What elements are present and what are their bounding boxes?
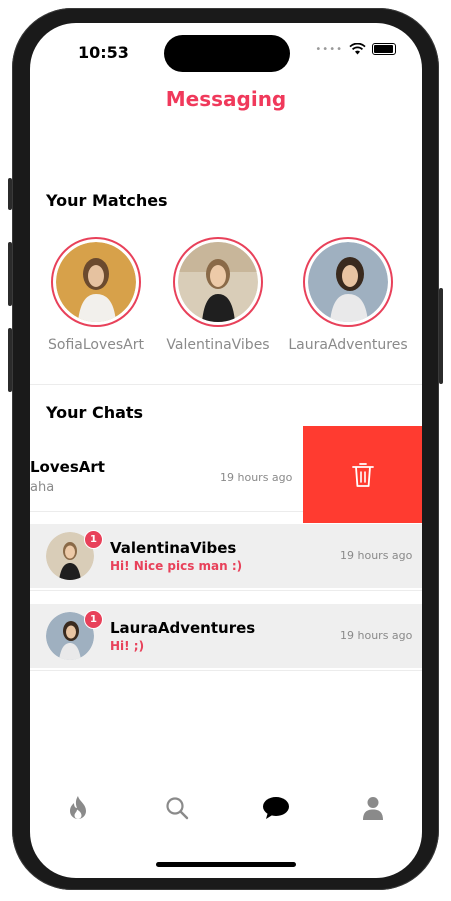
home-indicator [156, 862, 296, 867]
chat-row-swiped[interactable]: LovesArt aha 19 hours ago [30, 426, 303, 511]
row-divider [30, 511, 303, 512]
flame-icon [70, 796, 86, 819]
unread-badge: 1 [84, 610, 103, 629]
chats-heading: Your Chats [46, 403, 144, 422]
app-screen: 10:53 •••• Messaging Your Matches SofiaL… [30, 23, 422, 878]
chat-time: 19 hours ago [340, 549, 413, 562]
match-name: ValentinaVibes [166, 337, 270, 353]
chat-message: aha [30, 480, 55, 495]
row-divider [30, 670, 422, 671]
signal-dots: •••• [315, 43, 343, 55]
section-divider [30, 384, 422, 385]
unread-badge: 1 [84, 530, 103, 549]
match-avatar-ring [51, 237, 141, 327]
tab-messages[interactable] [261, 793, 291, 823]
power-button [439, 288, 443, 384]
trash-icon [351, 462, 374, 487]
delete-button[interactable] [303, 426, 422, 523]
match-avatar [56, 242, 136, 322]
volume-up-button [8, 242, 12, 306]
chat-bubble-icon [263, 797, 289, 819]
volume-down-button [8, 328, 12, 392]
row-divider [30, 590, 422, 591]
tab-profile[interactable] [358, 793, 388, 823]
page-title: Messaging [165, 87, 287, 111]
profile-icon [363, 797, 383, 820]
tab-search[interactable] [162, 793, 192, 823]
chat-message: Hi! ;) [110, 639, 145, 653]
chat-time: 19 hours ago [340, 629, 413, 642]
match-item[interactable]: ValentinaVibes [158, 237, 278, 353]
chat-row[interactable]: 1 ValentinaVibes Hi! Nice pics man :) 19… [30, 524, 422, 588]
action-button [8, 178, 12, 210]
chat-time: 19 hours ago [220, 471, 293, 484]
chat-name: LovesArt [30, 458, 105, 476]
dynamic-island [164, 35, 290, 72]
chat-row[interactable]: 1 LauraAdventures Hi! ;) 19 hours ago [30, 604, 422, 668]
match-name: LauraAdventures [288, 337, 408, 353]
match-item[interactable]: LauraAdventures [288, 237, 408, 353]
tab-discover[interactable] [63, 793, 93, 823]
chat-name: ValentinaVibes [110, 539, 237, 557]
matches-heading: Your Matches [46, 191, 168, 210]
match-avatar-ring [303, 237, 393, 327]
status-icons: •••• [315, 43, 396, 55]
match-avatar [178, 242, 258, 322]
chat-message: Hi! Nice pics man :) [110, 559, 243, 573]
match-avatar-ring [173, 237, 263, 327]
match-avatar [308, 242, 388, 322]
match-name: SofiaLovesArt [48, 337, 144, 353]
match-item[interactable]: SofiaLovesArt [36, 237, 156, 353]
chat-name: LauraAdventures [110, 619, 256, 637]
wifi-icon [349, 43, 366, 55]
status-time: 10:53 [78, 43, 129, 62]
search-icon [166, 797, 189, 820]
tab-bar [30, 783, 422, 833]
battery-icon [372, 43, 396, 55]
